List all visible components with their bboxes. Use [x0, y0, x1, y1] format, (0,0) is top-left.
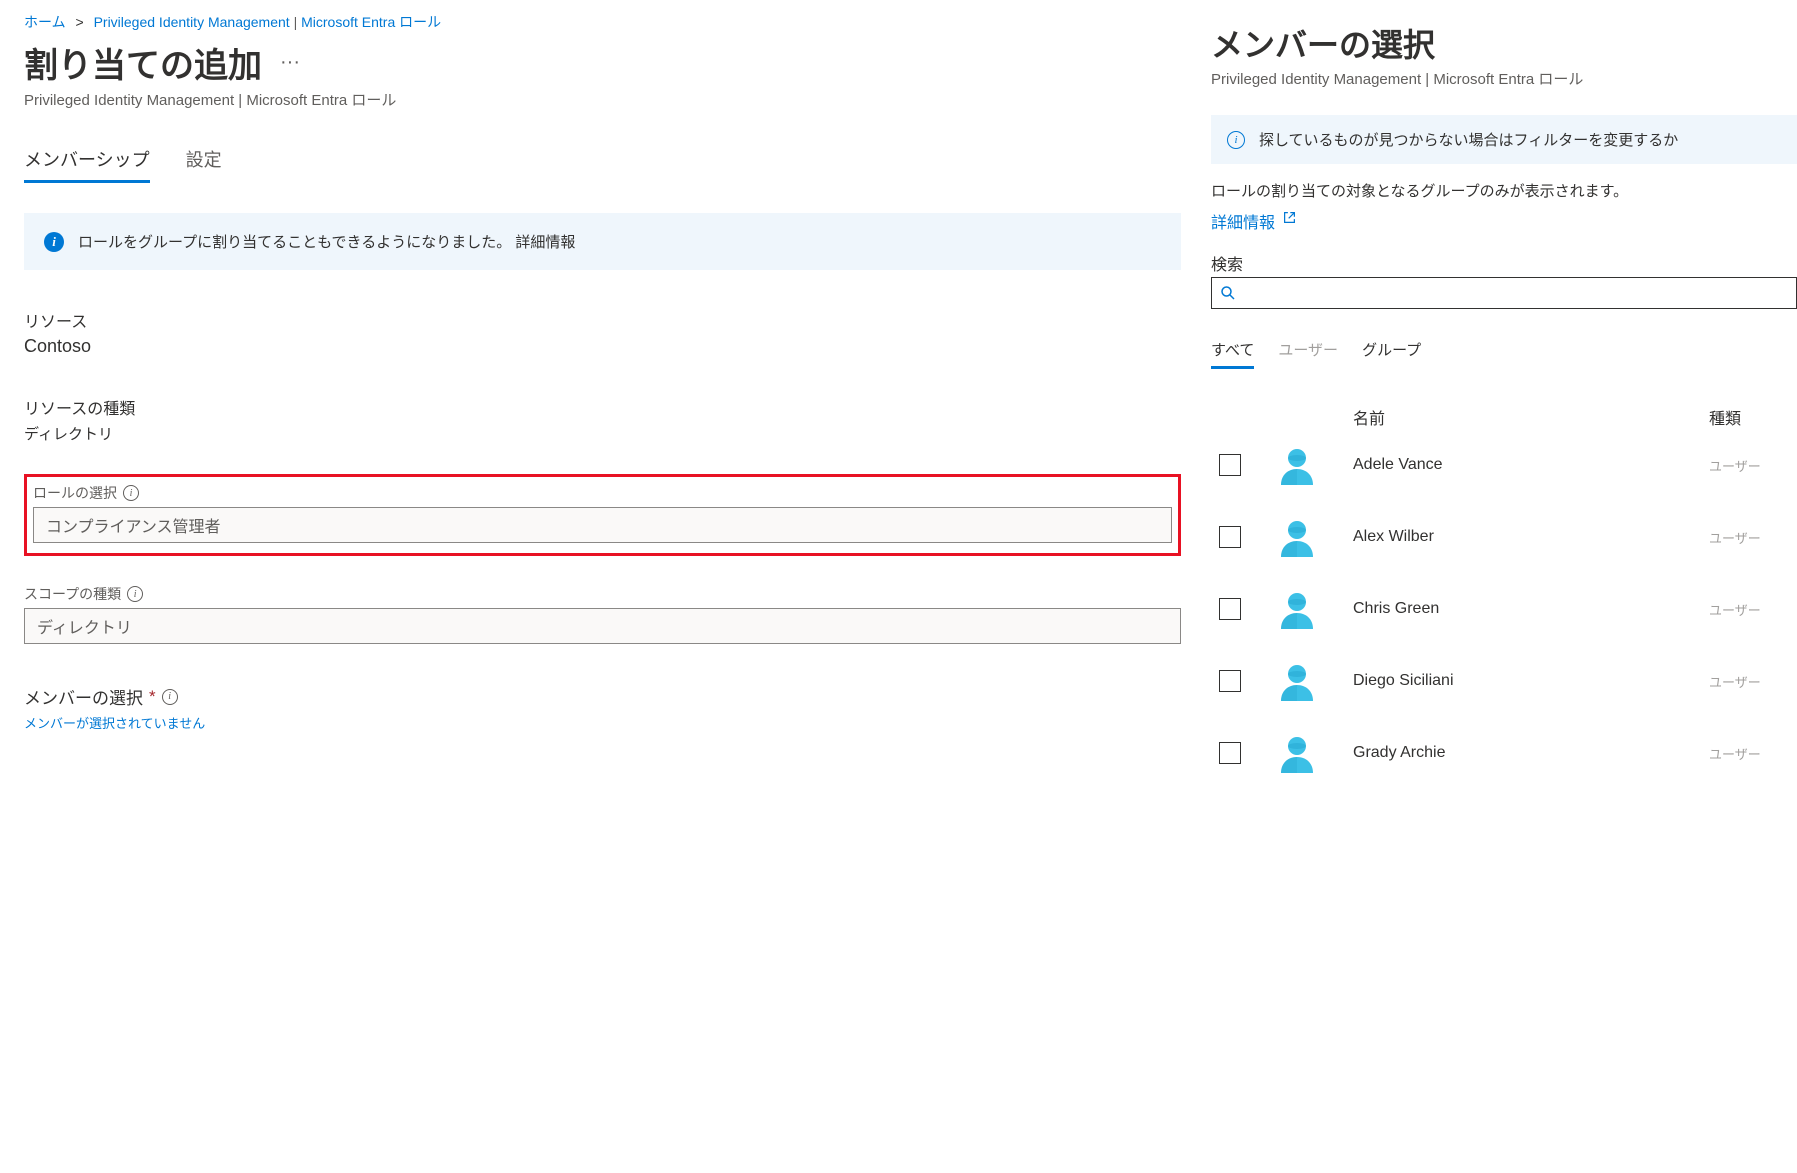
required-asterisk: * [149, 687, 156, 707]
member-checkbox[interactable] [1219, 526, 1241, 548]
breadcrumb-home[interactable]: ホーム [24, 14, 66, 30]
resource-type-label: リソースの種類 [24, 395, 1181, 419]
filter-tab-all[interactable]: すべて [1211, 339, 1254, 369]
member-name: Adele Vance [1353, 456, 1709, 474]
member-type: ユーザー [1709, 528, 1789, 547]
avatar [1275, 515, 1353, 559]
info-banner: i ロールをグループに割り当てることもできるようになりました。 詳細情報 [24, 213, 1181, 270]
member-type: ユーザー [1709, 456, 1789, 475]
scope-type-value: ディレクトリ [37, 614, 132, 638]
member-checkbox[interactable] [1219, 670, 1241, 692]
breadcrumb-sep: > [75, 14, 83, 30]
breadcrumb-roles[interactable]: Microsoft Entra ロール [301, 14, 441, 30]
col-name-header: 名前 [1353, 405, 1709, 429]
member-type: ユーザー [1709, 744, 1789, 763]
member-select-label: メンバーの選択 * i [24, 684, 1181, 709]
info-tooltip-icon[interactable]: i [123, 485, 139, 501]
tab-membership[interactable]: メンバーシップ [24, 146, 150, 183]
search-icon [1220, 285, 1236, 301]
panel-info-banner: i 探しているものが見つからない場合はフィルターを変更するか [1211, 115, 1797, 164]
member-type: ユーザー [1709, 600, 1789, 619]
panel-subtitle: Privileged Identity Management | Microso… [1211, 68, 1797, 89]
breadcrumb-bar: | [294, 14, 302, 30]
avatar [1275, 443, 1353, 487]
resource-type-value: ディレクトリ [24, 423, 1181, 444]
role-select-dropdown[interactable]: コンプライアンス管理者 [33, 507, 1172, 543]
member-name: Alex Wilber [1353, 528, 1709, 546]
avatar [1275, 587, 1353, 631]
scope-type-label: スコープの種類 i [24, 584, 1181, 604]
member-name: Grady Archie [1353, 744, 1709, 762]
role-select-highlight: ロールの選択 i コンプライアンス管理者 [24, 474, 1181, 556]
no-member-selected-link[interactable]: メンバーが選択されていません [24, 713, 1181, 732]
page-subtitle: Privileged Identity Management | Microso… [24, 89, 1181, 110]
member-name: Chris Green [1353, 600, 1709, 618]
breadcrumb: ホーム > Privileged Identity Management | M… [24, 12, 1181, 32]
panel-desc: ロールの割り当ての対象となるグループのみが表示されます。 [1211, 180, 1797, 201]
member-type: ユーザー [1709, 672, 1789, 691]
member-row[interactable]: Diego Sicilianiユーザー [1211, 645, 1797, 717]
member-checkbox[interactable] [1219, 454, 1241, 476]
scope-type-dropdown[interactable]: ディレクトリ [24, 608, 1181, 644]
member-row[interactable]: Chris Greenユーザー [1211, 573, 1797, 645]
member-checkbox[interactable] [1219, 742, 1241, 764]
role-select-label: ロールの選択 i [33, 483, 1172, 503]
member-checkbox[interactable] [1219, 598, 1241, 620]
info-banner-text: ロールをグループに割り当てることもできるようになりました。 詳細情報 [78, 231, 575, 252]
col-type-header: 種類 [1709, 405, 1789, 429]
breadcrumb-pim[interactable]: Privileged Identity Management [94, 14, 290, 30]
panel-info-text: 探しているものが見つからない場合はフィルターを変更するか [1259, 129, 1678, 150]
info-tooltip-icon[interactable]: i [162, 689, 178, 705]
member-row[interactable]: Adele Vanceユーザー [1211, 429, 1797, 501]
info-icon: i [44, 232, 64, 252]
filter-tab-users[interactable]: ユーザー [1278, 339, 1338, 369]
filter-tab-groups[interactable]: グループ [1362, 339, 1421, 369]
avatar [1275, 659, 1353, 703]
page-title: 割り当ての追加 [24, 38, 262, 87]
info-icon: i [1227, 131, 1245, 149]
search-input[interactable] [1211, 277, 1797, 309]
resource-label: リソース [24, 308, 1181, 332]
member-row[interactable]: Alex Wilberユーザー [1211, 501, 1797, 573]
external-link-icon [1283, 211, 1296, 229]
more-icon[interactable]: ··· [280, 51, 300, 74]
role-select-value: コンプライアンス管理者 [46, 513, 221, 537]
resource-value: Contoso [24, 336, 1181, 357]
member-row[interactable]: Grady Archieユーザー [1211, 717, 1797, 789]
search-label: 検索 [1211, 251, 1797, 275]
detail-info-link[interactable]: 詳細情報 [1211, 209, 1296, 233]
member-name: Diego Siciliani [1353, 672, 1709, 690]
info-tooltip-icon[interactable]: i [127, 586, 143, 602]
tab-settings[interactable]: 設定 [186, 146, 222, 183]
panel-title: メンバーの選択 [1211, 20, 1797, 66]
member-list-header: 名前 種類 [1211, 405, 1797, 429]
avatar [1275, 731, 1353, 775]
